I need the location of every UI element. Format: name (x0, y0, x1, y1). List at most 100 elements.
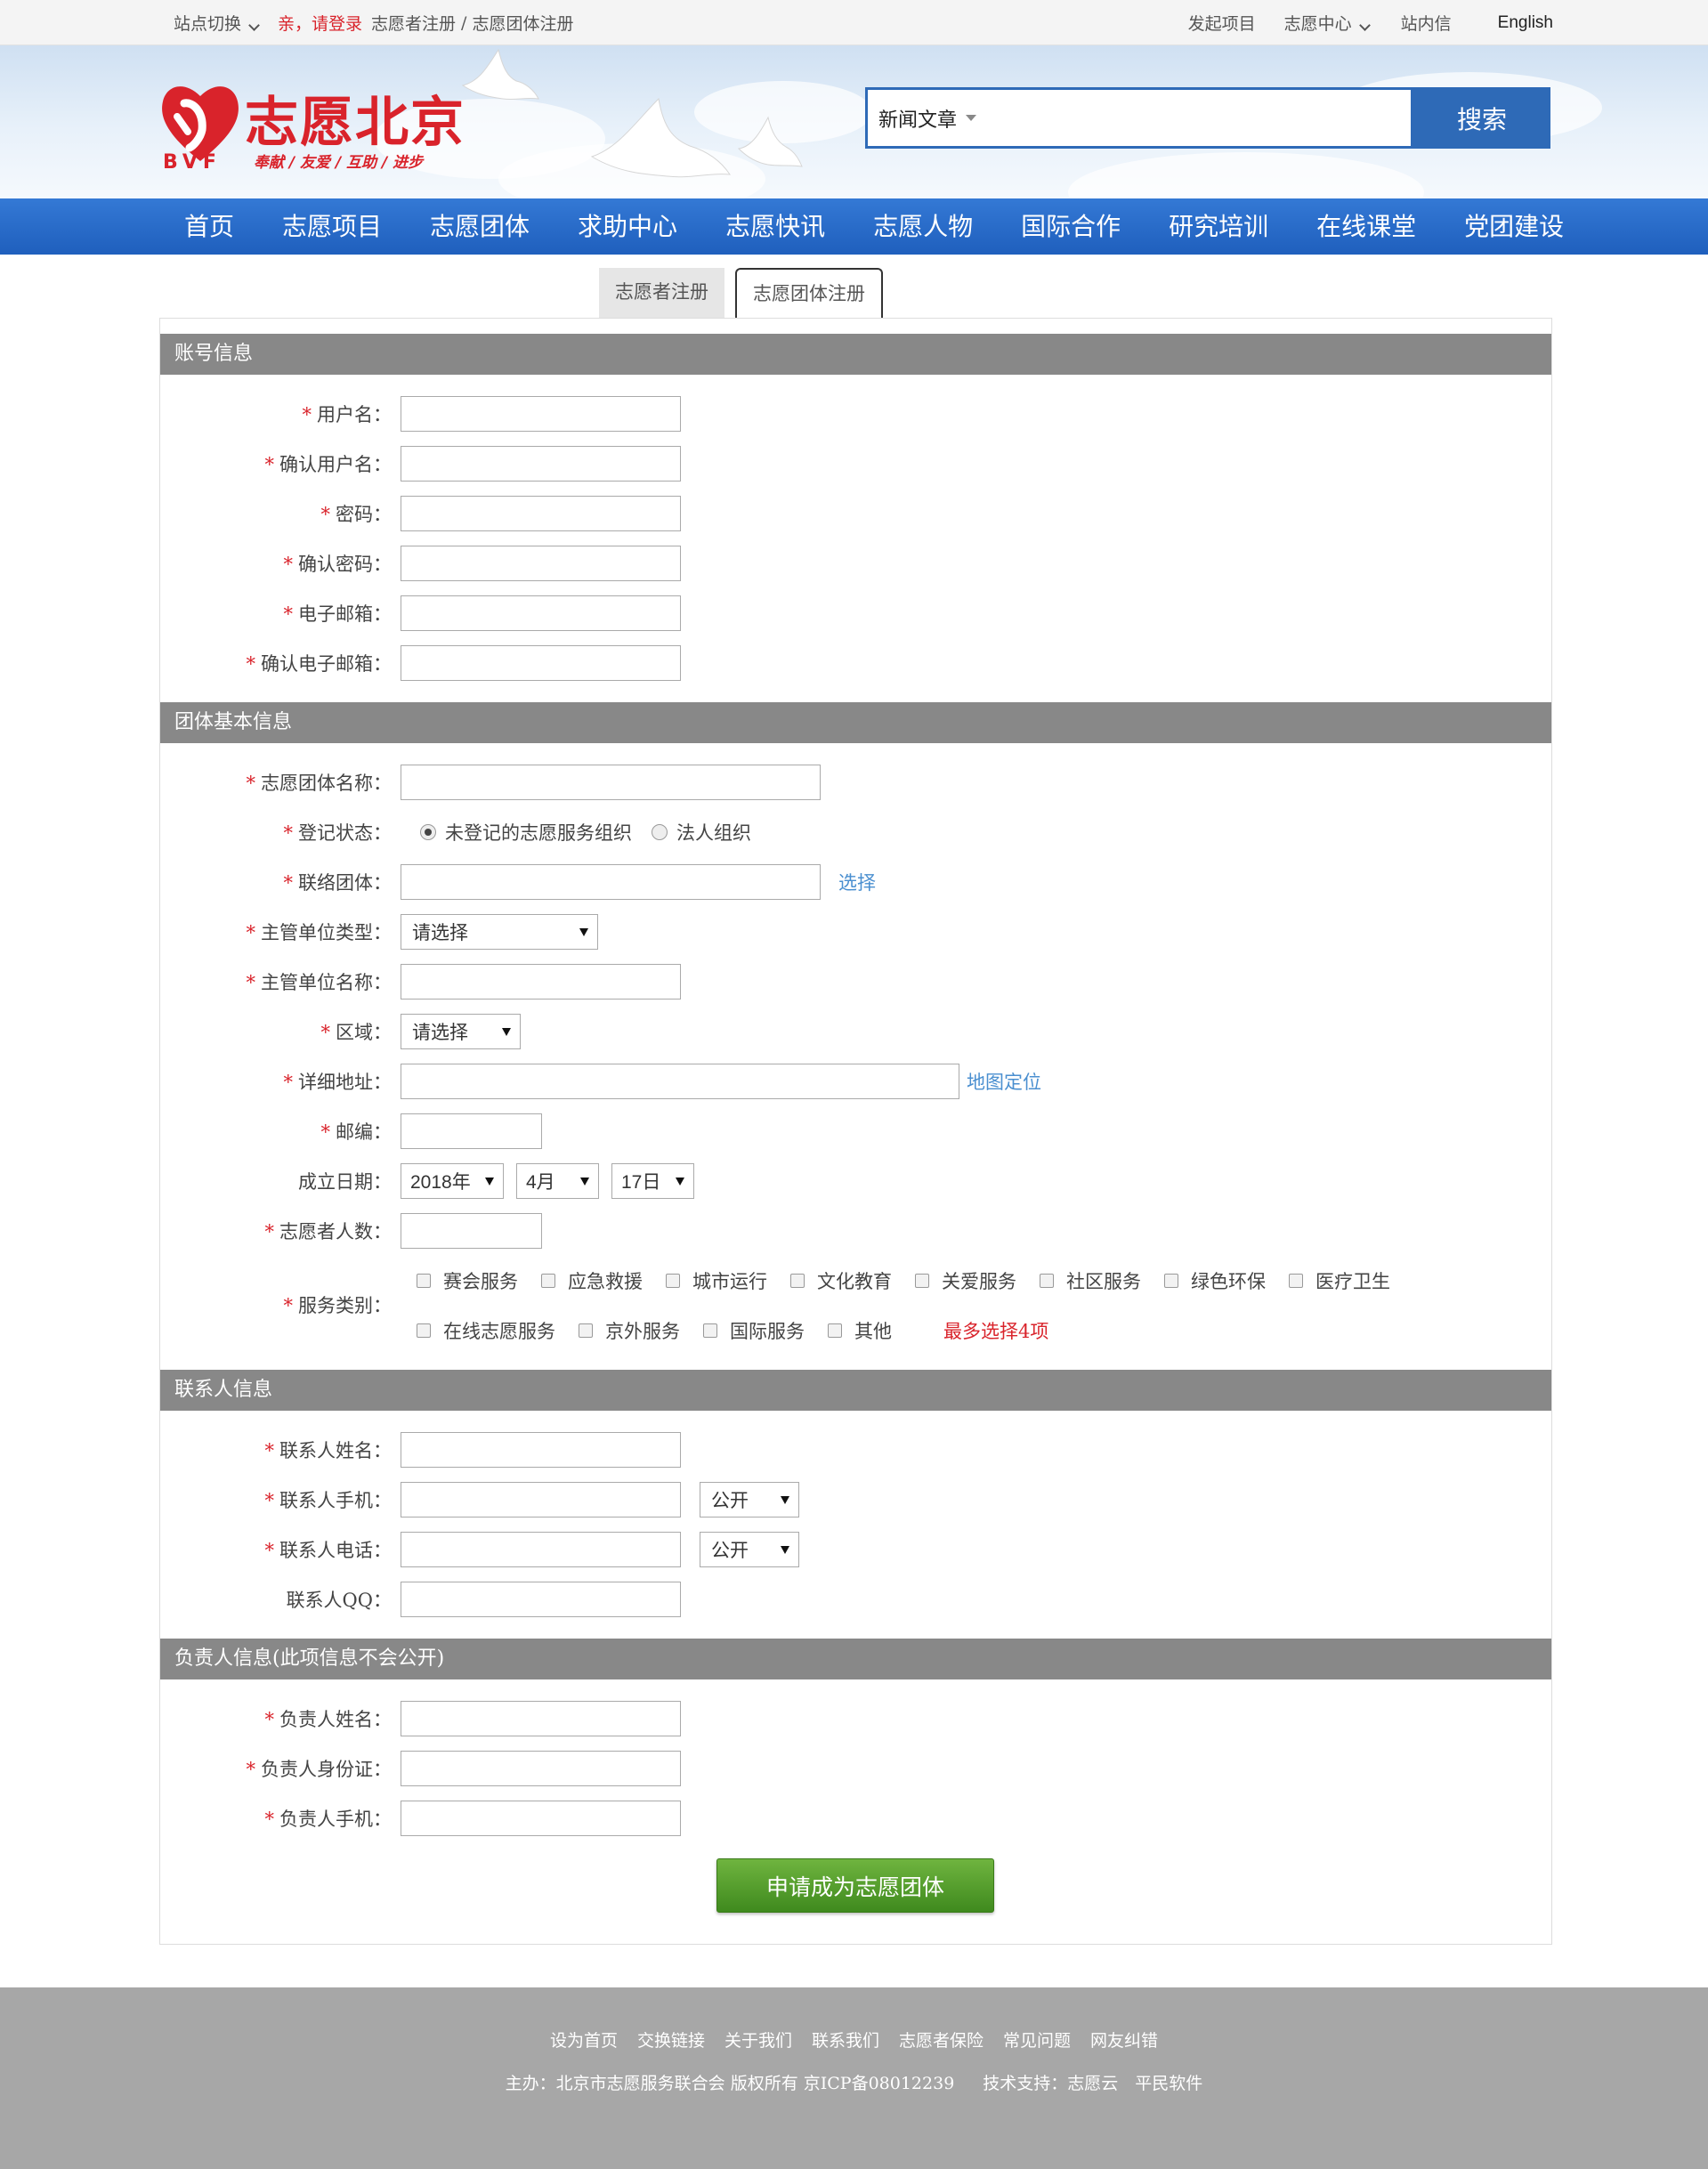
logo-abbr: BVF (163, 151, 222, 174)
footer-link-set-home[interactable]: 设为首页 (550, 2027, 618, 2052)
service-options-row-2: 在线志愿服务 京外服务 国际服务 其他 最多选择4项 (417, 1313, 1048, 1348)
logo-title: 志愿北京 (245, 92, 465, 154)
password-input[interactable] (401, 496, 681, 531)
service-checkbox[interactable]: 其他 (828, 1317, 892, 1344)
reg-status-radio-legal[interactable] (652, 824, 668, 840)
english-link[interactable]: English (1498, 13, 1553, 33)
contact-name-input[interactable] (401, 1432, 681, 1468)
tab-group-register[interactable]: 志愿团体注册 (735, 268, 883, 318)
group-name-input[interactable] (401, 765, 821, 800)
nav-item-people[interactable]: 志愿人物 (849, 198, 997, 255)
service-checkbox[interactable]: 关爱服务 (915, 1267, 1016, 1294)
region-select[interactable]: 请选择 (401, 1014, 521, 1049)
register-tabs: 志愿者注册 志愿团体注册 (599, 268, 894, 318)
nav-item-home[interactable]: 首页 (160, 198, 258, 255)
nav-item-help-center[interactable]: 求助中心 (554, 198, 701, 255)
postcode-input[interactable] (401, 1113, 542, 1149)
site-switch-label: 站点切换 (174, 14, 242, 34)
service-checkbox[interactable]: 在线志愿服务 (417, 1317, 555, 1344)
liaison-group-input[interactable] (401, 864, 821, 900)
footer-link-insurance[interactable]: 志愿者保险 (899, 2027, 984, 2052)
address-input[interactable] (401, 1064, 959, 1099)
footer: 设为首页 交换链接 关于我们 联系我们 志愿者保险 常见问题 网友纠错 主办：北… (0, 1987, 1708, 2169)
nav-item-international[interactable]: 国际合作 (997, 198, 1145, 255)
year-select[interactable]: 2018年 (401, 1163, 504, 1199)
checkbox-icon (417, 1274, 431, 1288)
confirm-username-input[interactable] (401, 446, 681, 482)
email-label: * 电子邮箱： (283, 603, 393, 625)
nav-item-online-class[interactable]: 在线课堂 (1292, 198, 1440, 255)
site-switch-button[interactable]: 站点切换 (174, 11, 260, 35)
checkbox-icon (1164, 1274, 1178, 1288)
nav-item-projects[interactable]: 志愿项目 (258, 198, 406, 255)
contact-mobile-input[interactable] (401, 1482, 681, 1517)
nav-item-news[interactable]: 志愿快讯 (701, 198, 849, 255)
service-checkbox[interactable]: 城市运行 (666, 1267, 767, 1294)
dove-image (590, 97, 731, 178)
supervisor-name-input[interactable] (401, 964, 681, 1000)
contact-phone-input[interactable] (401, 1532, 681, 1567)
responsible-mobile-input[interactable] (401, 1801, 681, 1836)
mobile-visibility-select[interactable]: 公开 (700, 1482, 799, 1517)
month-select[interactable]: 4月 (516, 1163, 599, 1199)
search-button[interactable]: 搜索 (1413, 87, 1550, 149)
volunteer-count-input[interactable] (401, 1213, 542, 1249)
search-bar: 新闻文章 搜索 (865, 87, 1550, 149)
service-checkbox[interactable]: 文化教育 (790, 1267, 892, 1294)
service-checkbox[interactable]: 医疗卫生 (1289, 1267, 1390, 1294)
service-options-row-1: 赛会服务 应急救援 城市运行 文化教育 关爱服务 社区服务 绿色环保 医疗卫生 (417, 1263, 1413, 1299)
day-select[interactable]: 17日 (611, 1163, 694, 1199)
submit-button[interactable]: 申请成为志愿团体 (716, 1858, 994, 1913)
volunteer-center-menu[interactable]: 志愿中心 (1284, 11, 1371, 35)
footer-link-about[interactable]: 关于我们 (724, 2027, 792, 2052)
username-input[interactable] (401, 396, 681, 432)
footer-link-contact[interactable]: 联系我们 (812, 2027, 879, 2052)
nav-item-party[interactable]: 党团建设 (1440, 198, 1588, 255)
responsible-id-input[interactable] (401, 1751, 681, 1786)
select-liaison-link[interactable]: 选择 (838, 869, 876, 895)
email-input[interactable] (401, 595, 681, 631)
service-checkbox[interactable]: 国际服务 (703, 1317, 805, 1344)
footer-link-exchange[interactable]: 交换链接 (637, 2027, 705, 2052)
reg-status-radio-unregistered[interactable] (420, 824, 436, 840)
reg-option-unregistered-label: 未登记的志愿服务组织 (445, 822, 632, 844)
checkbox-icon (579, 1323, 593, 1338)
contact-qq-input[interactable] (401, 1582, 681, 1617)
footer-link-feedback[interactable]: 网友纠错 (1090, 2027, 1158, 2052)
dove-image (461, 48, 539, 101)
footer-tech-support: 技术支持：志愿云 平民软件 (983, 2074, 1203, 2093)
tab-volunteer-register[interactable]: 志愿者注册 (599, 268, 724, 318)
confirm-password-input[interactable] (401, 546, 681, 581)
service-checkbox[interactable]: 社区服务 (1040, 1267, 1141, 1294)
group-register-link[interactable]: 志愿团体注册 (472, 11, 573, 35)
search-input[interactable]: 新闻文章 (865, 87, 1413, 149)
launch-project-link[interactable]: 发起项目 (1188, 11, 1256, 35)
responsible-name-input[interactable] (401, 1701, 681, 1736)
separator: / (461, 12, 467, 33)
reg-status-label: * 登记状态： (283, 822, 393, 844)
checkbox-icon (828, 1323, 842, 1338)
region-label: * 区域： (320, 1022, 393, 1043)
volunteer-register-link[interactable]: 志愿者注册 (371, 11, 456, 35)
login-link[interactable]: 亲，请登录 (278, 11, 362, 35)
footer-link-faq[interactable]: 常见问题 (1003, 2027, 1071, 2052)
caret-down-icon (579, 928, 588, 936)
postcode-label: * 邮编： (320, 1121, 393, 1143)
search-category-select[interactable]: 新闻文章 (878, 104, 957, 133)
checkbox-icon (417, 1323, 431, 1338)
service-checkbox[interactable]: 应急救援 (541, 1267, 643, 1294)
map-locate-link[interactable]: 地图定位 (967, 1068, 1041, 1095)
section-header-account: 账号信息 (160, 334, 1551, 375)
supervisor-type-select[interactable]: 请选择 (401, 914, 598, 950)
service-checkbox[interactable]: 赛会服务 (417, 1267, 518, 1294)
phone-visibility-select[interactable]: 公开 (700, 1532, 799, 1567)
footer-copyright: 主办：北京市志愿服务联合会 版权所有 京ICP备08012239 (505, 2074, 955, 2093)
nav-item-groups[interactable]: 志愿团体 (406, 198, 554, 255)
service-checkbox[interactable]: 京外服务 (579, 1317, 680, 1344)
service-type-label: * 服务类别： (283, 1295, 393, 1316)
service-checkbox[interactable]: 绿色环保 (1164, 1267, 1266, 1294)
nav-item-research[interactable]: 研究培训 (1145, 198, 1292, 255)
section-header-contact: 联系人信息 (160, 1370, 1551, 1411)
messages-link[interactable]: 站内信 (1401, 11, 1452, 35)
confirm-email-input[interactable] (401, 645, 681, 681)
